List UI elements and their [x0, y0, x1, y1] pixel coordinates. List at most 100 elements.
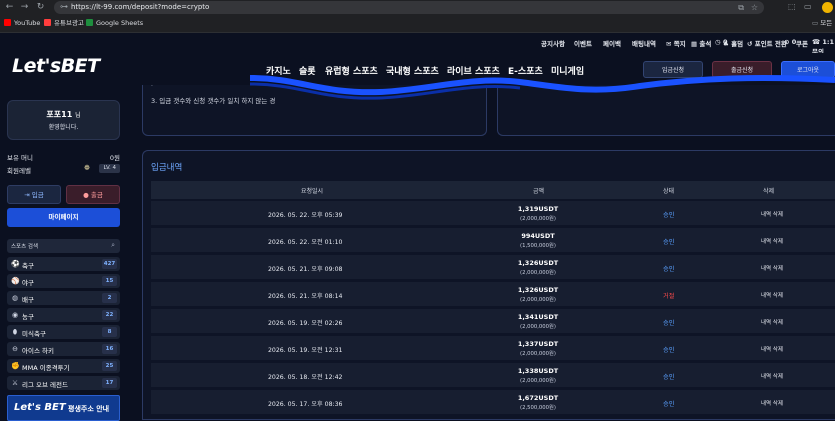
deposit-history-panel: 입금내역 요청일시 금액 상태 삭제 2026. 05. 22. 오후 05:3…: [142, 150, 835, 420]
sidepanel-icon[interactable]: ▭: [804, 2, 812, 11]
link-message[interactable]: ✉ 쪽지: [666, 38, 686, 48]
link-event[interactable]: 이벤트: [574, 38, 592, 48]
table-row: 2026. 05. 19. 오전 02:26 1,341USDT (2,000,00…: [151, 309, 835, 333]
row-date: 2026. 05. 21. 오후 08:14: [268, 293, 343, 300]
sports-search[interactable]: 스포츠 검색 ⌕: [7, 239, 120, 253]
bookmark-google-sheets[interactable]: Google Sheets: [86, 18, 143, 29]
address-bar[interactable]: ⊶ https://lt-99.com/deposit?mode=crypto …: [54, 1, 764, 14]
bookmark-youtube-ads[interactable]: 유튜브광고: [44, 18, 84, 29]
row-amount-krw: (2,000,000원): [520, 297, 556, 303]
sport-item[interactable]: ⚽ 축구 427: [7, 257, 120, 271]
url-text: https://lt-99.com/deposit?mode=crypto: [71, 3, 210, 11]
mypage-button[interactable]: 마이페이지: [7, 208, 120, 227]
folder-icon: ▭: [812, 19, 819, 27]
sport-count: 17: [102, 378, 117, 388]
link-payback[interactable]: 페이백: [603, 38, 621, 48]
coupon-count-icon: ⊙: [784, 38, 790, 46]
sport-count: 2: [102, 293, 117, 303]
row-delete-button[interactable]: 내역 삭제: [761, 318, 783, 326]
row-amount: 994USDT (1,500,000원): [488, 232, 588, 249]
sidebar-deposit-button[interactable]: ⇥ 입금: [7, 185, 61, 204]
row-amount-usdt: 1,337USDT: [517, 340, 559, 348]
mma-icon: ✊: [11, 362, 20, 370]
profile-avatar[interactable]: [822, 2, 833, 13]
soccer-icon: ⚽: [11, 260, 20, 268]
star-icon[interactable]: ☆: [751, 1, 758, 14]
sport-name: MMA 이종격투기: [22, 364, 70, 372]
withdraw-icon: ●: [83, 191, 89, 199]
row-amount-krw: (2,000,000원): [520, 378, 556, 384]
sheets-icon: [86, 19, 93, 26]
translate-icon[interactable]: ⧉: [738, 1, 744, 14]
sport-count: 427: [102, 259, 117, 269]
sport-item[interactable]: ⚾ 야구 15: [7, 274, 120, 288]
row-amount-usdt: 1,341USDT: [517, 313, 559, 321]
row-delete-button[interactable]: 내역 삭제: [761, 264, 783, 272]
row-amount-usdt: 994USDT: [521, 232, 555, 240]
sport-item[interactable]: ✊ MMA 이종격투기 25: [7, 359, 120, 373]
bookmark-folder[interactable]: ▭ 모든: [812, 18, 832, 29]
row-date: 2026. 05. 21. 오후 09:08: [268, 266, 343, 273]
table-row: 2026. 05. 22. 오후 05:39 1,319USDT (2,000,00…: [151, 201, 835, 225]
row-status: 승인: [663, 320, 675, 327]
sport-name: 축구: [22, 262, 34, 270]
row-delete-button[interactable]: 내역 삭제: [761, 399, 783, 407]
col-amount: 금액: [533, 188, 545, 195]
row-status: 승인: [663, 239, 675, 246]
sport-item[interactable]: ⚔ 리그 오브 레전드 17: [7, 376, 120, 390]
money-row: 보유 머니 0원: [7, 154, 120, 162]
row-date: 2026. 05. 22. 오후 05:39: [268, 212, 343, 219]
link-bet-history[interactable]: 배팅내역: [632, 38, 656, 48]
search-icon[interactable]: ⌕: [111, 241, 115, 250]
sport-item[interactable]: ⊖ 아이스 하키 16: [7, 342, 120, 356]
mail-icon: ✉: [666, 40, 672, 48]
address-banner[interactable]: Let's BET 평생주소 안내: [7, 395, 120, 421]
extensions-icon[interactable]: ⬚: [788, 2, 796, 11]
row-amount-krw: (2,500,000원): [520, 405, 556, 411]
row-delete-button[interactable]: 내역 삭제: [761, 210, 783, 218]
sport-item[interactable]: ◉ 농구 22: [7, 308, 120, 322]
coupon-count[interactable]: ⊙ 0: [784, 38, 796, 46]
bookmark-youtube[interactable]: YouTube: [4, 18, 40, 29]
sport-name: 야구: [22, 279, 34, 287]
link-point-convert[interactable]: ↺ 포인트 전환: [747, 38, 787, 48]
username: 포포11 님: [46, 110, 81, 119]
lol-icon: ⚔: [11, 379, 19, 387]
basketball-icon: ◉: [11, 311, 19, 319]
back-icon[interactable]: ←: [4, 2, 15, 13]
site-topbar: 공지사항 이벤트 페이백 배팅내역 ✉ 쪽지 ▦ 출석 ◷ 0 ♣ 홀덤 ↺ 포…: [0, 33, 835, 56]
sport-count: 15: [102, 276, 117, 286]
row-amount-usdt: 1,319USDT: [517, 205, 559, 213]
volleyball-icon: ◍: [11, 294, 19, 302]
sport-item[interactable]: ◍ 배구 2: [7, 291, 120, 305]
link-attendance[interactable]: ▦ 출석: [691, 38, 711, 48]
link-coupon[interactable]: 쿠폰: [796, 38, 808, 48]
row-delete-button[interactable]: 내역 삭제: [761, 345, 783, 353]
sport-name: 농구: [22, 313, 34, 321]
sport-item[interactable]: ⬮ 미식축구 8: [7, 325, 120, 339]
row-delete-button[interactable]: 내역 삭제: [761, 291, 783, 299]
sport-name: 배구: [22, 296, 34, 304]
reload-icon[interactable]: ↻: [35, 2, 46, 13]
col-status: 상태: [663, 188, 675, 195]
row-status: 거절: [663, 293, 675, 300]
sport-name: 미식축구: [22, 330, 46, 338]
header-wave-decoration: [249, 75, 835, 100]
sport-count: 8: [102, 327, 117, 337]
table-row: 2026. 05. 17. 오후 08:36 1,672USDT (2,500,00…: [151, 390, 835, 414]
row-amount: 1,672USDT (2,500,000원): [488, 394, 588, 411]
col-delete: 삭제: [763, 188, 775, 195]
welcome-card: 포포11 님 환영합니다.: [7, 100, 120, 140]
link-notice[interactable]: 공지사항: [541, 38, 565, 48]
row-delete-button[interactable]: 내역 삭제: [761, 372, 783, 380]
row-amount-krw: (2,000,000원): [520, 324, 556, 330]
football-icon: ⬮: [12, 328, 18, 336]
sidebar: 포포11 님 환영합니다. 보유 머니 0원 회원레벨 ❁ LV. 4 ⇥ 입금…: [0, 92, 125, 421]
row-delete-button[interactable]: 내역 삭제: [761, 237, 783, 245]
youtube-icon: [4, 19, 11, 26]
link-holdem[interactable]: ♣ 홀덤: [723, 38, 743, 48]
site-info-icon[interactable]: ⊶: [60, 2, 68, 11]
sidebar-withdraw-button[interactable]: ● 출금: [66, 185, 120, 204]
row-date: 2026. 05. 19. 오전 12:31: [268, 347, 343, 354]
forward-icon[interactable]: →: [19, 2, 30, 13]
